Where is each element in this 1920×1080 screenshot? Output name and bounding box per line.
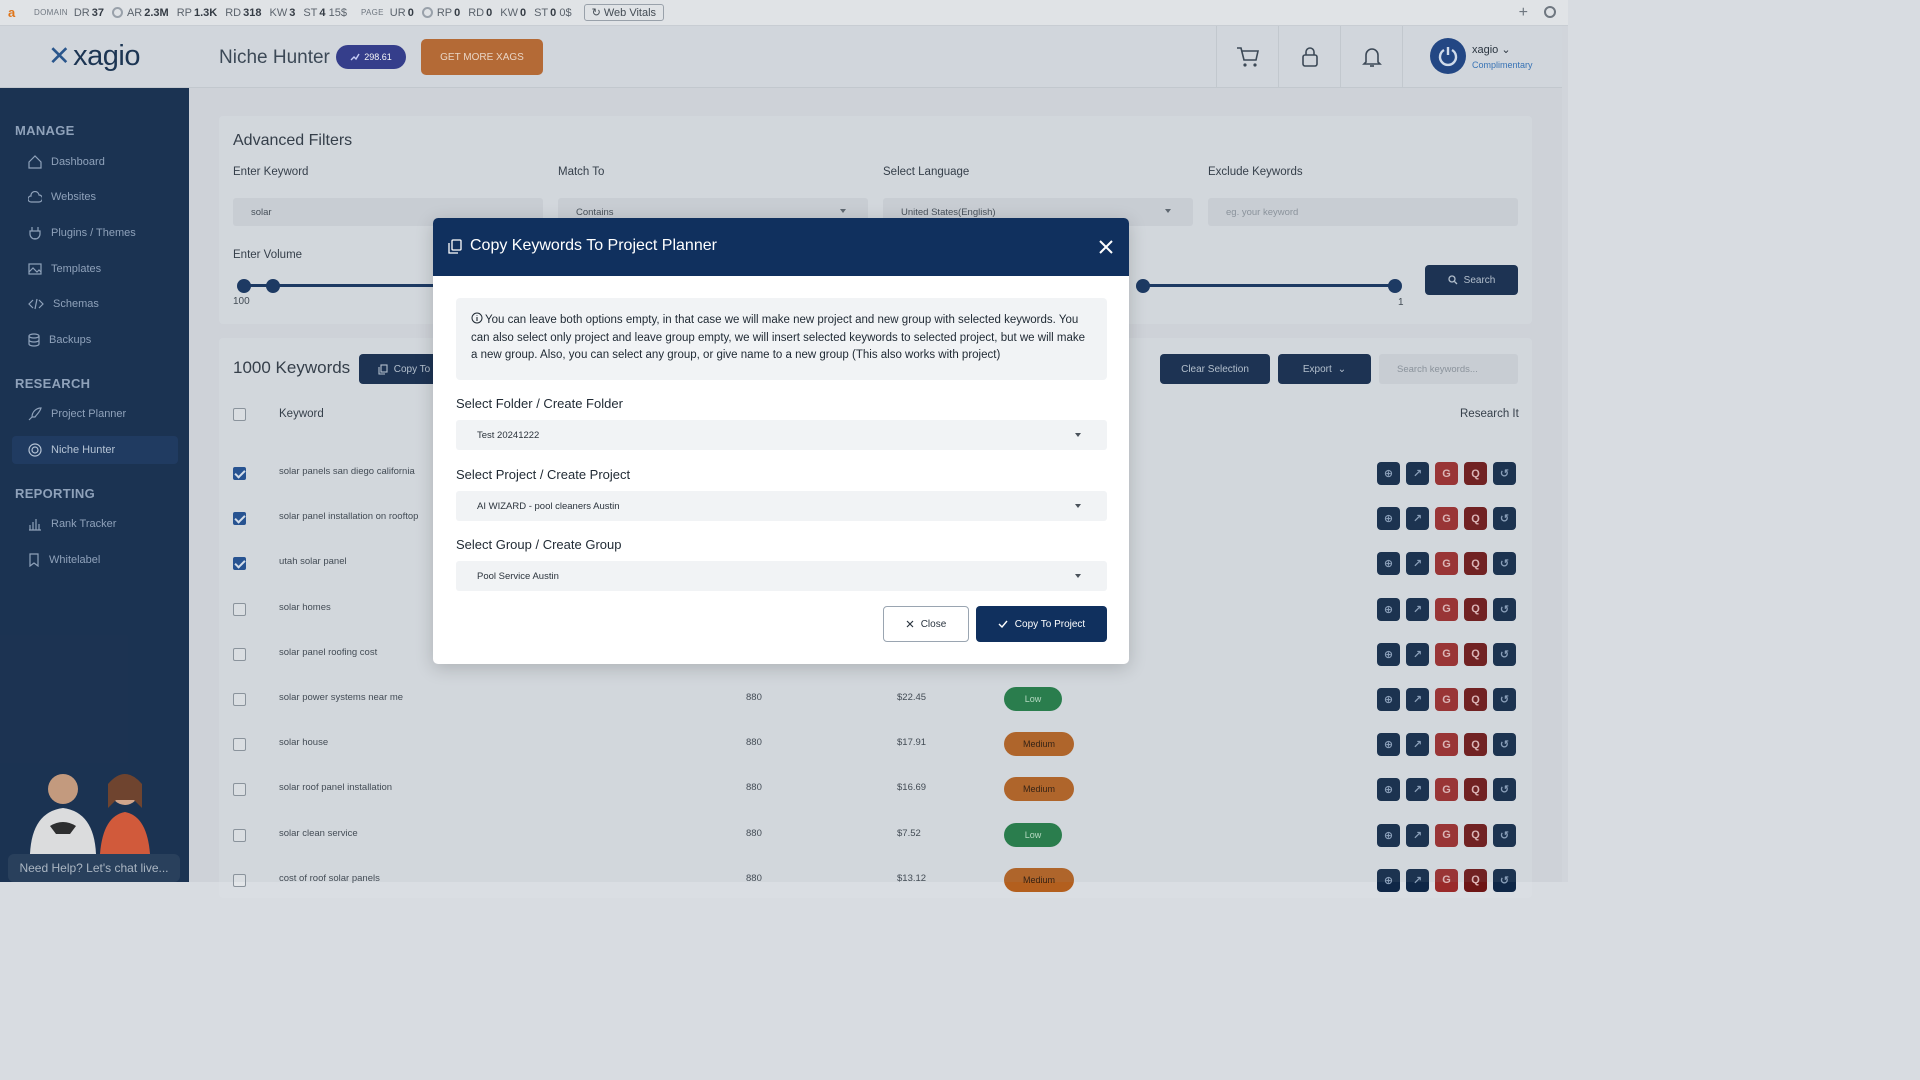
copy-icon [448, 239, 462, 254]
modal-title: Copy Keywords To Project Planner [470, 237, 717, 254]
close-button[interactable]: Close [883, 606, 969, 642]
caret-down-icon [1075, 504, 1081, 508]
info-icon [471, 312, 483, 324]
caret-down-icon [1075, 574, 1081, 578]
close-icon [906, 620, 914, 628]
folder-select[interactable]: Test 20241222 [456, 420, 1107, 450]
check-icon [998, 620, 1008, 628]
group-select[interactable]: Pool Service Austin [456, 561, 1107, 591]
project-select[interactable]: AI WIZARD - pool cleaners Austin [456, 491, 1107, 521]
project-label: Select Project / Create Project [456, 467, 631, 482]
modal-header: Copy Keywords To Project Planner [433, 218, 1129, 276]
copy-keywords-modal: Copy Keywords To Project Planner You can… [433, 218, 1129, 664]
info-box: You can leave both options empty, in tha… [456, 298, 1107, 380]
copy-to-project-button[interactable]: Copy To Project [976, 606, 1107, 642]
caret-down-icon [1075, 433, 1081, 437]
info-text: You can leave both options empty, in tha… [471, 314, 1086, 361]
folder-label: Select Folder / Create Folder [456, 396, 623, 411]
close-icon[interactable] [1097, 238, 1115, 256]
group-label: Select Group / Create Group [456, 537, 622, 552]
